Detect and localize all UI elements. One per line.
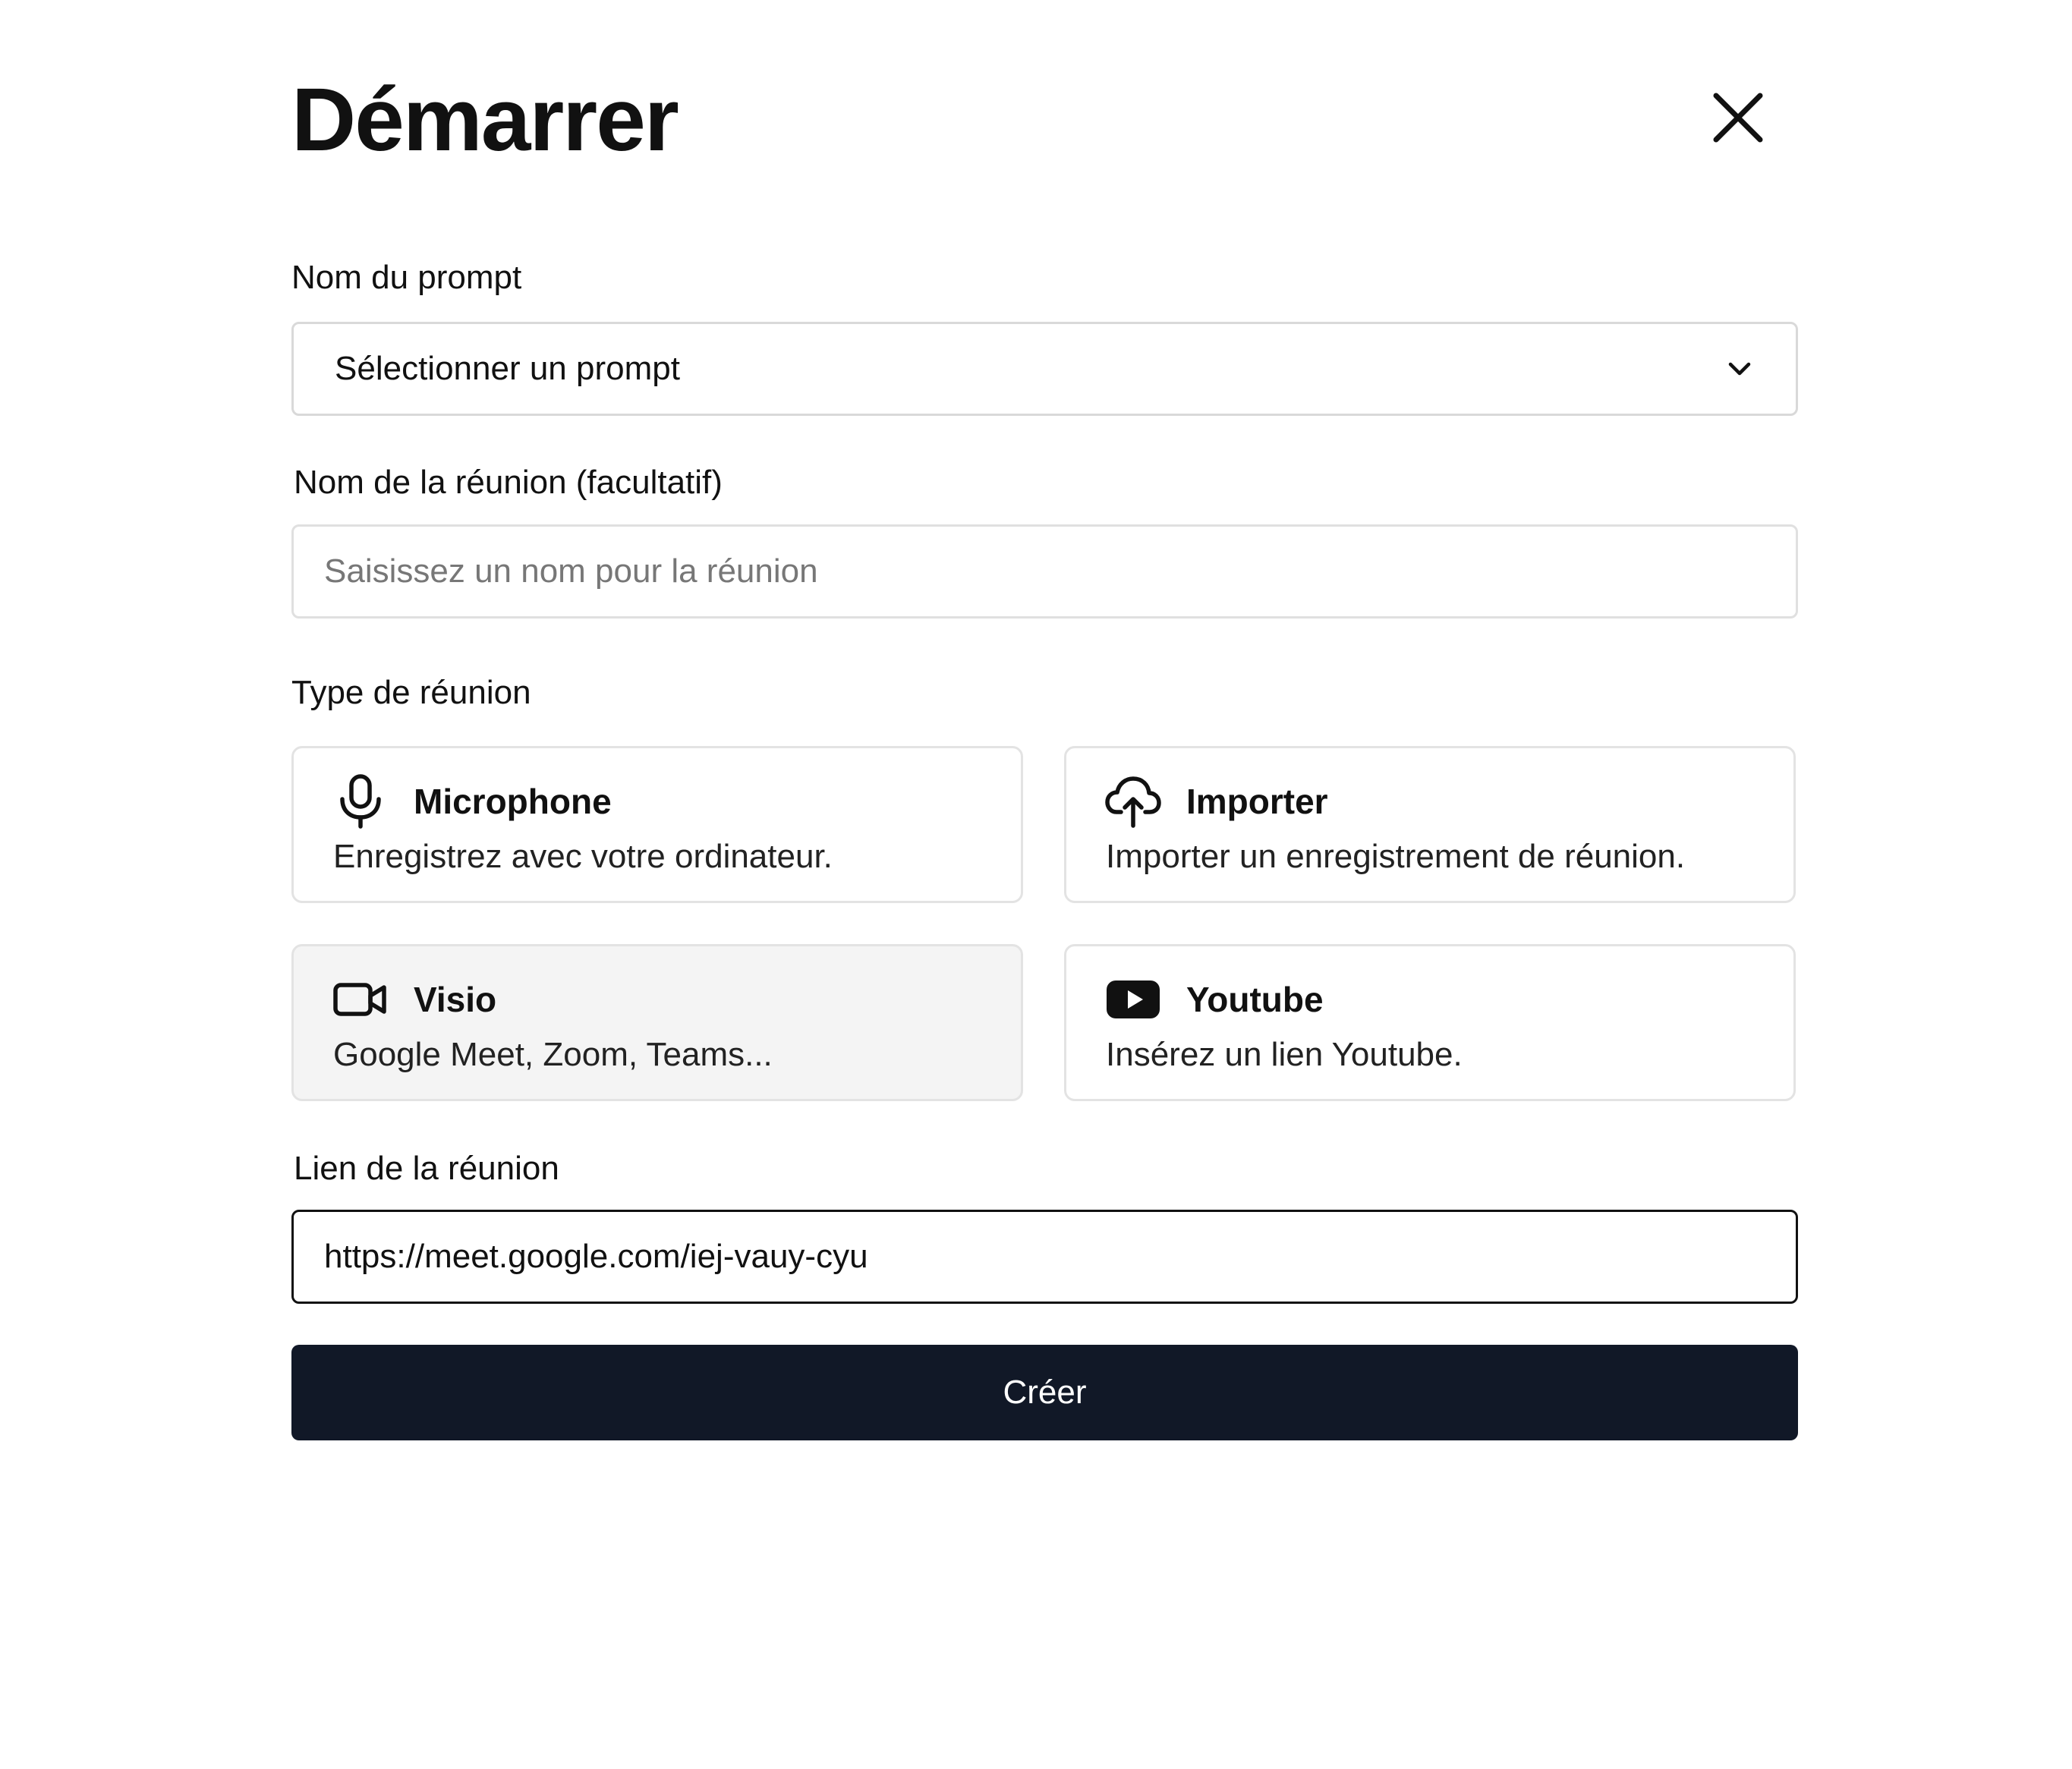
visio-card-title: Visio [414, 980, 497, 1019]
youtube-card-description: Insérez un lien Youtube. [1106, 1036, 1463, 1073]
meeting-type-youtube-card[interactable]: Youtube Insérez un lien Youtube. [1064, 944, 1796, 1101]
youtube-icon [1104, 971, 1162, 1028]
import-card-description: Importer un enregistrement de réunion. [1106, 838, 1686, 875]
youtube-card-title: Youtube [1186, 980, 1324, 1019]
visio-card-description: Google Meet, Zoom, Teams... [333, 1036, 773, 1073]
meeting-name-input[interactable] [291, 524, 1798, 619]
prompt-select[interactable]: Sélectionner un prompt [291, 322, 1798, 416]
meeting-type-import-card[interactable]: Importer Importer un enregistrement de r… [1064, 746, 1796, 903]
cloud-upload-icon [1104, 773, 1162, 830]
meeting-link-input[interactable] [291, 1210, 1798, 1304]
prompt-select-value: Sélectionner un prompt [335, 350, 680, 387]
meeting-type-visio-card[interactable]: Visio Google Meet, Zoom, Teams... [291, 944, 1023, 1101]
meeting-type-microphone-card[interactable]: Microphone Enregistrez avec votre ordina… [291, 746, 1023, 903]
start-dialog: Démarrer Nom du prompt Sélectionner un p… [0, 0, 2072, 1769]
microphone-icon [332, 773, 389, 830]
microphone-card-description: Enregistrez avec votre ordinateur. [333, 838, 833, 875]
dialog-title: Démarrer [291, 70, 679, 170]
import-card-title: Importer [1186, 782, 1328, 821]
meeting-type-label: Type de réunion [291, 674, 531, 711]
meeting-link-label: Lien de la réunion [294, 1150, 559, 1187]
chevron-down-icon [1728, 362, 1751, 376]
video-camera-icon [332, 971, 389, 1028]
meeting-name-label: Nom de la réunion (facultatif) [294, 464, 723, 501]
prompt-label: Nom du prompt [291, 259, 522, 296]
create-button[interactable]: Créer [291, 1345, 1798, 1440]
microphone-card-title: Microphone [414, 782, 612, 821]
close-button[interactable] [1704, 83, 1772, 152]
close-icon [1713, 93, 1763, 143]
